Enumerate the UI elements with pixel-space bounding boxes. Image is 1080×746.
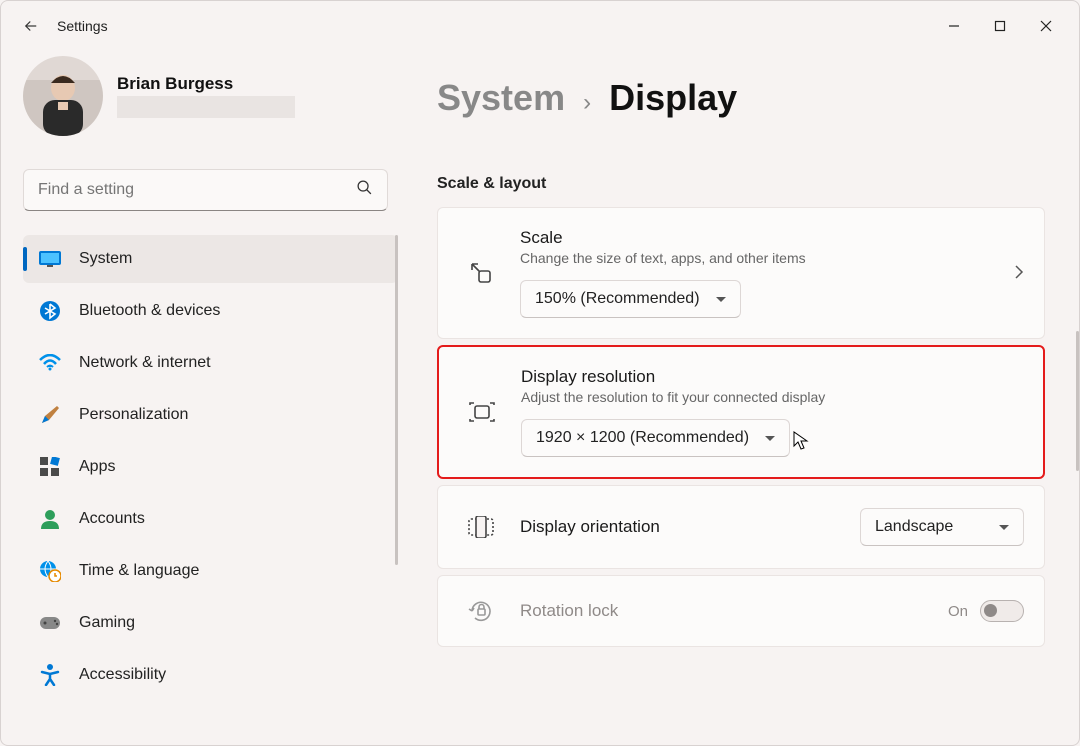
nav-label: Personalization: [79, 406, 188, 424]
resolution-subtitle: Adjust the resolution to fit your connec…: [521, 389, 1023, 405]
globe-clock-icon: [39, 560, 61, 582]
resolution-icon: [465, 401, 499, 423]
gamepad-icon: [39, 612, 61, 634]
person-icon: [39, 508, 61, 530]
window-title: Settings: [57, 18, 108, 34]
profile-email-redacted: [117, 96, 295, 118]
content-pane: System › Display Scale & layout Scale Ch…: [401, 51, 1079, 746]
nav-label: Accessibility: [79, 666, 166, 684]
scale-icon: [464, 260, 498, 286]
nav-label: System: [79, 250, 132, 268]
maximize-button[interactable]: [977, 10, 1023, 42]
titlebar: Settings: [1, 1, 1079, 51]
nav-label: Time & language: [79, 562, 199, 580]
chevron-right-icon: [1014, 265, 1024, 282]
nav-label: Bluetooth & devices: [79, 302, 220, 320]
orientation-value: Landscape: [875, 518, 953, 536]
nav-label: Apps: [79, 458, 115, 476]
resolution-card[interactable]: Display resolution Adjust the resolution…: [437, 345, 1045, 479]
profile-name: Brian Burgess: [117, 74, 295, 94]
scale-title: Scale: [520, 228, 1014, 248]
resolution-select[interactable]: 1920 × 1200 (Recommended): [521, 419, 790, 457]
back-button[interactable]: [11, 6, 51, 46]
nav-item-apps[interactable]: Apps: [23, 443, 398, 491]
orientation-title: Display orientation: [520, 517, 860, 537]
nav-item-time[interactable]: Time & language: [23, 547, 398, 595]
close-button[interactable]: [1023, 10, 1069, 42]
section-heading: Scale & layout: [437, 175, 1045, 193]
scale-subtitle: Change the size of text, apps, and other…: [520, 250, 1014, 266]
nav-item-personalization[interactable]: Personalization: [23, 391, 398, 439]
accessibility-icon: [39, 664, 61, 686]
orientation-select[interactable]: Landscape: [860, 508, 1024, 546]
cursor-icon: [793, 431, 809, 451]
window-controls: [931, 10, 1069, 42]
scrollbar[interactable]: [1076, 331, 1079, 471]
resolution-title: Display resolution: [521, 367, 1023, 387]
orientation-icon: [464, 516, 498, 538]
chevron-right-icon: ›: [583, 89, 591, 117]
rotation-state-label: On: [948, 603, 968, 620]
avatar: [23, 56, 103, 136]
orientation-card[interactable]: Display orientation Landscape: [437, 485, 1045, 569]
rotation-lock-icon: [464, 598, 498, 624]
minimize-button[interactable]: [931, 10, 977, 42]
rotation-title: Rotation lock: [520, 601, 948, 621]
nav-label: Accounts: [79, 510, 145, 528]
breadcrumb-parent[interactable]: System: [437, 77, 565, 119]
bluetooth-icon: [39, 300, 61, 322]
profile-block[interactable]: Brian Burgess: [23, 51, 391, 141]
nav-item-bluetooth[interactable]: Bluetooth & devices: [23, 287, 398, 335]
arrow-left-icon: [22, 17, 40, 35]
apps-icon: [39, 456, 61, 478]
nav-label: Network & internet: [79, 354, 211, 372]
nav-item-network[interactable]: Network & internet: [23, 339, 398, 387]
left-pane: Brian Burgess System Bluetooth: [1, 51, 401, 746]
search-box[interactable]: [23, 169, 388, 211]
system-icon: [39, 248, 61, 270]
nav-item-gaming[interactable]: Gaming: [23, 599, 398, 647]
nav-item-system[interactable]: System: [23, 235, 398, 283]
scale-card[interactable]: Scale Change the size of text, apps, and…: [437, 207, 1045, 339]
nav-item-accessibility[interactable]: Accessibility: [23, 651, 398, 699]
scale-value: 150% (Recommended): [535, 290, 700, 308]
rotation-toggle: [980, 600, 1024, 622]
nav-list: System Bluetooth & devices Network & int…: [23, 235, 398, 699]
nav-item-accounts[interactable]: Accounts: [23, 495, 398, 543]
resolution-value: 1920 × 1200 (Recommended): [536, 429, 749, 447]
rotation-lock-card: Rotation lock On: [437, 575, 1045, 647]
breadcrumb-current: Display: [609, 77, 737, 119]
scale-select[interactable]: 150% (Recommended): [520, 280, 741, 318]
search-input[interactable]: [38, 181, 356, 199]
wifi-icon: [39, 352, 61, 374]
nav-label: Gaming: [79, 614, 135, 632]
paintbrush-icon: [39, 404, 61, 426]
search-icon: [356, 179, 373, 201]
settings-window: Settings Brian Burgess: [0, 0, 1080, 746]
breadcrumb: System › Display: [437, 77, 1045, 119]
